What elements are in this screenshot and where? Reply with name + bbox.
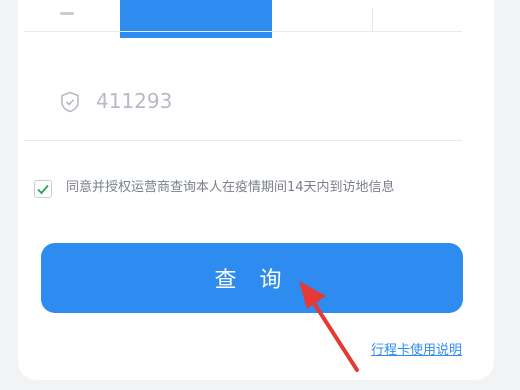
checkbox-check-icon (37, 184, 49, 195)
divider (24, 140, 462, 141)
phone-number-field[interactable] (120, 0, 272, 38)
query-button[interactable]: 查 询 (41, 243, 463, 313)
help-link[interactable]: 行程卡使用说明 (371, 339, 462, 358)
shield-icon (61, 91, 79, 113)
phone-icon (60, 12, 74, 15)
agreement-text: 同意并授权运营商查询本人在疫情期间14天内到访地信息 (66, 180, 395, 195)
verification-code-input[interactable] (96, 84, 396, 118)
field-divider (372, 8, 373, 32)
verification-code-row (24, 82, 462, 122)
divider (24, 31, 462, 32)
phone-row (42, 0, 472, 38)
agreement-checkbox[interactable] (34, 180, 52, 198)
